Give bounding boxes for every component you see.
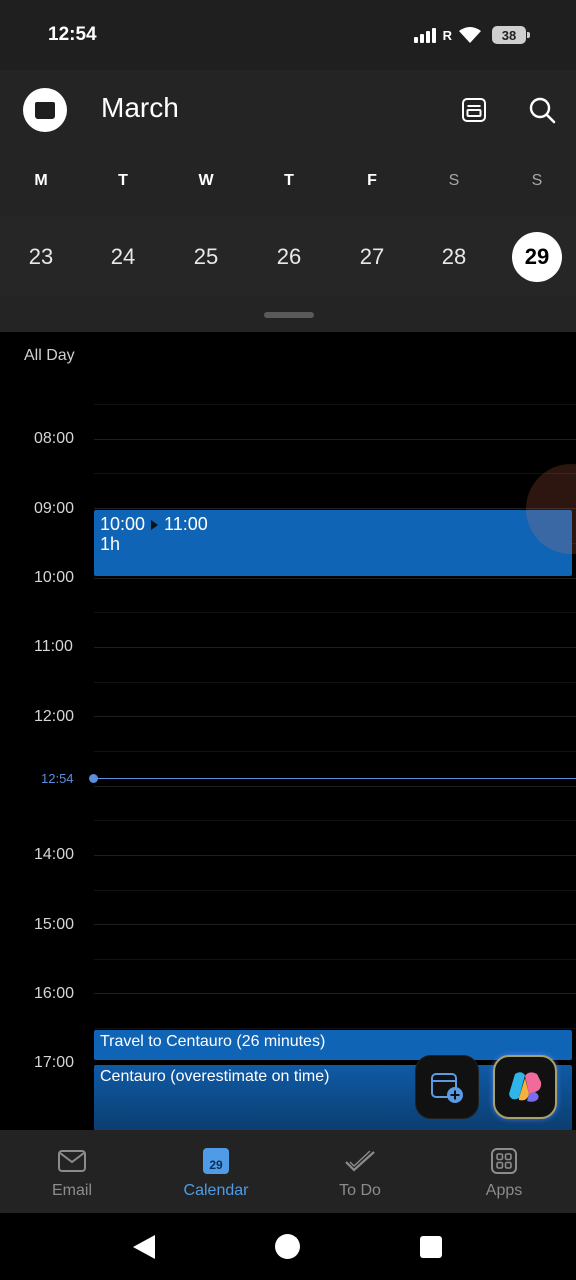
status-bar: 12:54 R 38 — [0, 0, 576, 70]
grid-line — [94, 612, 576, 613]
grid-line — [94, 473, 576, 474]
nav-calendar[interactable]: 29 Calendar — [144, 1130, 288, 1213]
date-cell[interactable]: 24 — [98, 232, 148, 282]
date-cell[interactable]: 23 — [16, 232, 66, 282]
event-duration: 1h — [100, 534, 121, 554]
search-icon[interactable] — [522, 90, 562, 130]
grid-line — [94, 578, 576, 579]
home-icon[interactable] — [275, 1234, 300, 1259]
hour-label: 11:00 — [34, 638, 73, 655]
nav-apps[interactable]: Apps — [432, 1130, 576, 1213]
grid-line — [94, 786, 576, 787]
checkmark-icon — [344, 1146, 376, 1176]
hour-label: 15:00 — [34, 916, 75, 933]
nav-email[interactable]: Email — [0, 1130, 144, 1213]
apps-grid-icon — [491, 1146, 517, 1176]
calendar-app-icon[interactable] — [23, 88, 67, 132]
weekday-label: M — [34, 172, 48, 189]
grid-line — [94, 890, 576, 891]
roaming-indicator: R — [442, 27, 452, 43]
grid-line — [94, 439, 576, 440]
date-cell[interactable]: 25 — [181, 232, 231, 282]
all-day-label: All Day — [24, 347, 75, 364]
arrow-right-icon — [151, 519, 159, 530]
nav-label: Apps — [485, 1182, 523, 1199]
system-navigation-bar — [0, 1213, 576, 1280]
status-icons: R 38 — [413, 26, 530, 44]
hour-label: 16:00 — [34, 985, 75, 1002]
grid-line — [94, 1028, 576, 1029]
current-time-line — [94, 778, 576, 779]
nav-label: Email — [51, 1182, 92, 1199]
day-timeline[interactable]: All Day 08:00 09:00 10:00 11:00 12:00 14… — [0, 332, 576, 1130]
grid-line — [94, 993, 576, 994]
grid-line — [94, 404, 576, 405]
day-view-icon[interactable] — [454, 90, 494, 130]
calendar-badge-number: 29 — [209, 1158, 223, 1172]
drag-handle[interactable] — [264, 312, 314, 318]
signal-icon — [413, 27, 436, 43]
hour-label: 17:00 — [34, 1054, 75, 1071]
month-title[interactable]: March — [101, 92, 179, 124]
nav-label: To Do — [339, 1182, 381, 1199]
weekday-label: W — [198, 172, 214, 189]
calendar-icon: 29 — [203, 1146, 229, 1176]
weekday-label: F — [367, 172, 377, 189]
status-time: 12:54 — [48, 24, 97, 45]
hour-label: 14:00 — [34, 846, 75, 863]
wifi-icon — [459, 27, 481, 43]
nav-label: Calendar — [183, 1182, 249, 1199]
copilot-button[interactable] — [493, 1055, 557, 1119]
event-title: Centauro (overestimate on time) — [100, 1068, 330, 1085]
calendar-badge: 29 — [203, 1148, 229, 1174]
grid-line — [94, 751, 576, 752]
new-event-button[interactable] — [415, 1055, 479, 1119]
event-time-range: 10:00 11:00 — [100, 514, 208, 535]
weekday-label: S — [531, 172, 543, 189]
date-cell-selected[interactable]: 29 — [512, 232, 562, 282]
calendar-header: March M T W T F S S 23 24 25 26 27 28 29 — [0, 70, 576, 332]
grid-line — [94, 647, 576, 648]
grid-line — [94, 924, 576, 925]
weekday-label: S — [448, 172, 460, 189]
hour-label: 09:00 — [34, 500, 75, 517]
copilot-icon — [509, 1072, 542, 1102]
hour-label: 08:00 — [34, 430, 75, 447]
recent-apps-icon[interactable] — [420, 1236, 442, 1258]
weekday-label: T — [284, 172, 294, 189]
battery-icon: 38 — [492, 26, 530, 44]
grid-line — [94, 716, 576, 717]
calendar-glyph-icon — [35, 102, 55, 119]
nav-todo[interactable]: To Do — [288, 1130, 432, 1213]
current-time-label: 12:54 — [41, 771, 74, 786]
date-cell[interactable]: 28 — [429, 232, 479, 282]
back-icon[interactable] — [133, 1235, 155, 1259]
grid-line — [94, 682, 576, 683]
date-cell[interactable]: 26 — [264, 232, 314, 282]
event-title: Travel to Centauro (26 minutes) — [100, 1033, 326, 1050]
event-block[interactable]: 10:00 11:00 1h — [94, 510, 572, 576]
grid-line — [94, 508, 576, 509]
event-end: 11:00 — [164, 514, 208, 534]
hour-label: 10:00 — [34, 569, 75, 586]
new-event-icon — [431, 1073, 463, 1103]
date-cell[interactable]: 27 — [347, 232, 397, 282]
event-start: 10:00 — [100, 514, 146, 534]
hour-label: 12:00 — [34, 708, 75, 725]
battery-level: 38 — [501, 27, 517, 43]
week-date-strip: 23 24 25 26 27 28 29 — [0, 216, 576, 296]
weekday-label: T — [118, 172, 128, 189]
grid-line — [94, 959, 576, 960]
grid-line — [94, 820, 576, 821]
event-block-travel[interactable]: Travel to Centauro (26 minutes) — [94, 1030, 572, 1060]
grid-line — [94, 855, 576, 856]
weekday-row: M T W T F S S — [0, 172, 576, 198]
bottom-navigation: Email 29 Calendar To Do Apps — [0, 1130, 576, 1213]
mail-icon — [57, 1146, 87, 1176]
